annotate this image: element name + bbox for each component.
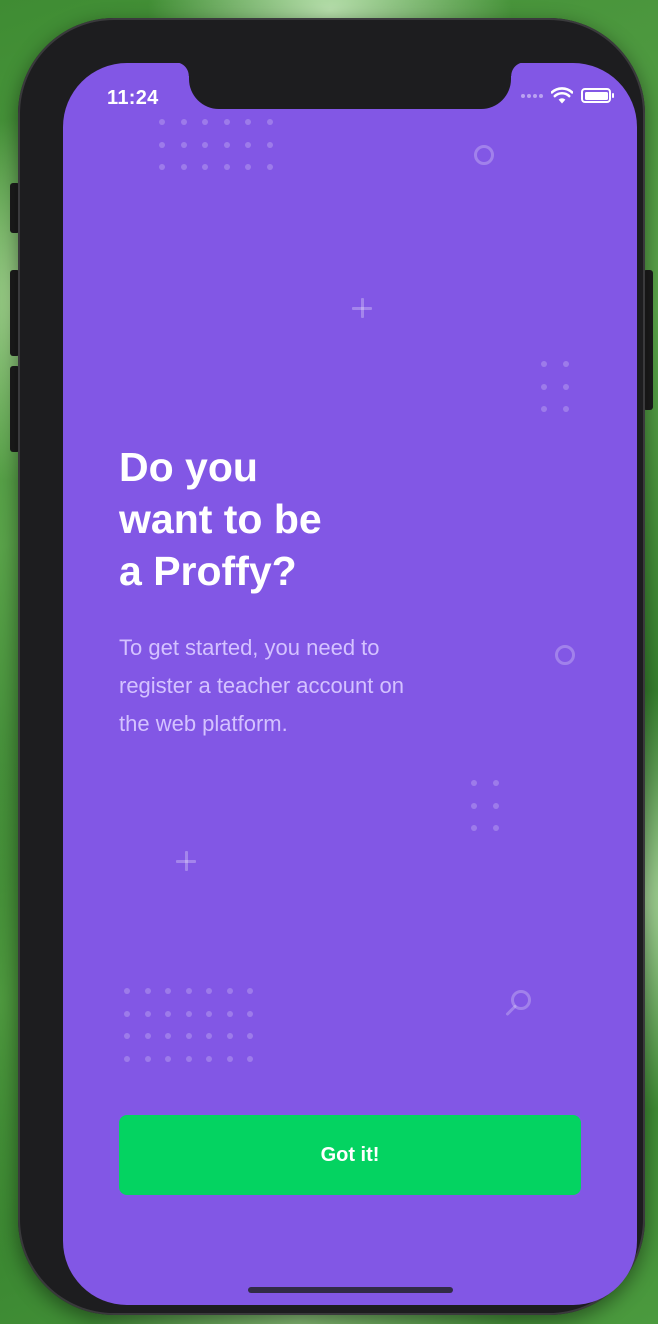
home-indicator[interactable] bbox=[248, 1287, 453, 1293]
description-line: register a teacher account on bbox=[119, 673, 404, 698]
decor-dot-grid-right bbox=[541, 361, 569, 412]
status-time: 11:24 bbox=[107, 87, 159, 109]
got-it-button[interactable]: Got it! bbox=[119, 1115, 581, 1195]
description-line: the web platform. bbox=[119, 711, 288, 736]
ring-icon bbox=[474, 145, 494, 165]
device-notch bbox=[175, 63, 525, 109]
description-line: To get started, you need to bbox=[119, 635, 380, 660]
ring-icon bbox=[555, 645, 575, 665]
plus-icon bbox=[352, 298, 372, 318]
device-frame: 11:24 Do you want to be a Proffy? To get… bbox=[18, 18, 645, 1315]
app-screen: 11:24 Do you want to be a Proffy? To get… bbox=[63, 63, 637, 1305]
page-description: To get started, you need to register a t… bbox=[119, 629, 479, 743]
signal-icon bbox=[521, 93, 543, 98]
decor-dot-grid-bottom bbox=[124, 988, 253, 1062]
page-title: Do you want to be a Proffy? bbox=[119, 441, 519, 597]
status-indicators bbox=[521, 87, 614, 104]
decor-dot-grid-top bbox=[159, 119, 273, 170]
title-line: a Proffy? bbox=[119, 548, 297, 594]
battery-icon bbox=[581, 88, 614, 103]
wifi-icon bbox=[551, 87, 573, 104]
decor-dot-grid-middle bbox=[471, 780, 499, 831]
plus-icon bbox=[176, 851, 196, 871]
search-icon bbox=[506, 990, 531, 1016]
title-line: want to be bbox=[119, 496, 322, 542]
title-line: Do you bbox=[119, 444, 258, 490]
